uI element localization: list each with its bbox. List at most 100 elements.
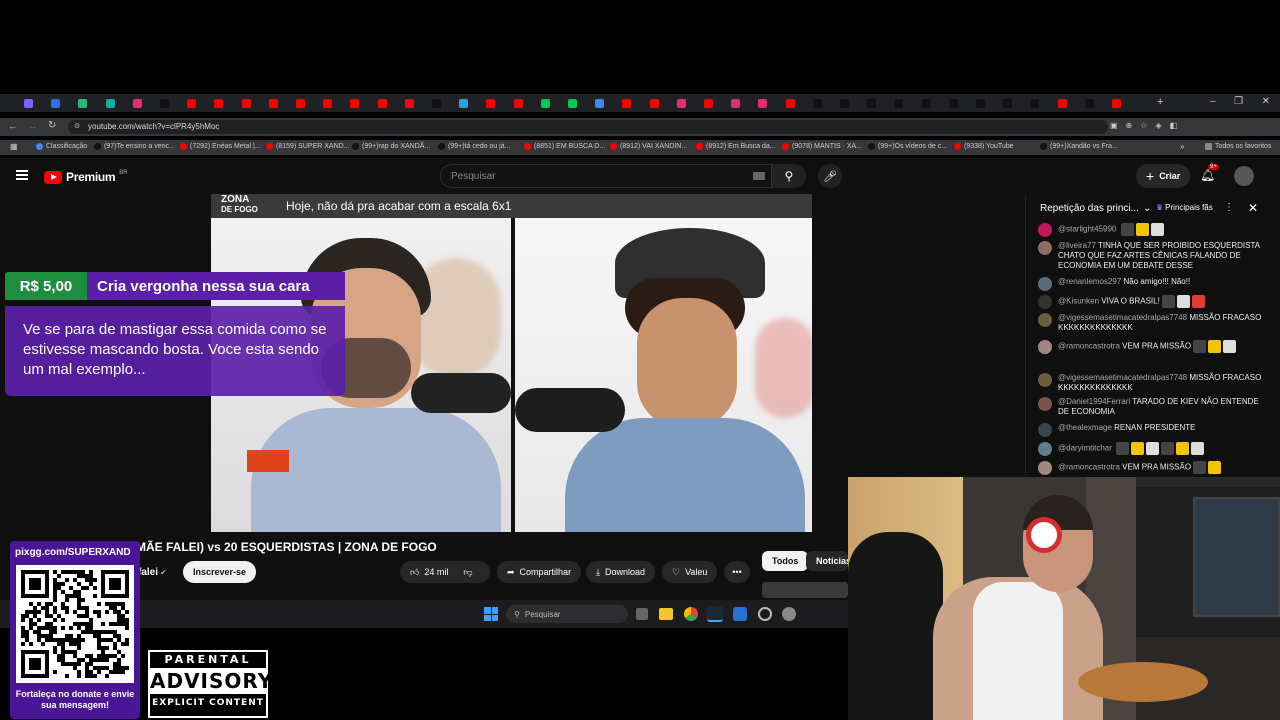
chat-username[interactable]: @ramoncastrotra xyxy=(1058,463,1122,472)
chip-news[interactable]: Notícias xyxy=(806,551,848,571)
chat-avatar[interactable] xyxy=(1038,461,1052,475)
minimize-icon[interactable]: – xyxy=(1210,96,1216,107)
browser-tab[interactable] xyxy=(241,96,270,110)
browser-tab[interactable] xyxy=(486,96,514,110)
search-input[interactable]: Pesquisar xyxy=(440,164,772,188)
all-bookmarks[interactable]: Todos os favoritos xyxy=(1205,143,1271,150)
back-icon[interactable]: ← xyxy=(8,121,17,131)
top-fans-badge[interactable]: ♛ Principais fãs xyxy=(1156,203,1213,212)
chat-menu-icon[interactable]: ⋮ xyxy=(1224,202,1234,213)
browser-tab[interactable] xyxy=(704,96,732,110)
browser-tab[interactable] xyxy=(812,96,841,110)
browser-tab[interactable] xyxy=(731,96,759,110)
chat-avatar[interactable] xyxy=(1038,373,1052,387)
subscribe-button[interactable]: Inscrever-se xyxy=(183,561,257,583)
browser-tab[interactable] xyxy=(377,96,406,110)
bookmark-item[interactable]: (99+)Os vídeos de c... xyxy=(868,143,947,150)
chat-username[interactable]: @renanlemos297 xyxy=(1058,277,1124,286)
browser-tab[interactable] xyxy=(676,96,705,110)
browser-tab[interactable] xyxy=(24,96,52,110)
browser-tab[interactable] xyxy=(540,96,569,110)
browser-tab[interactable] xyxy=(459,96,487,110)
browser-tab[interactable] xyxy=(296,96,324,110)
browser-tab[interactable] xyxy=(214,96,242,110)
browser-tab[interactable] xyxy=(432,96,460,110)
chat-avatar[interactable] xyxy=(1038,277,1052,291)
browser-tab[interactable] xyxy=(622,96,650,110)
browser-tab[interactable] xyxy=(595,96,623,110)
chat-username[interactable]: @Daniel1994Ferrari xyxy=(1058,397,1132,406)
browser-tab[interactable] xyxy=(867,96,895,110)
keyboard-icon[interactable] xyxy=(753,172,765,180)
close-window-icon[interactable]: ✕ xyxy=(1262,96,1270,107)
avatar[interactable] xyxy=(1234,166,1254,186)
chat-username[interactable]: @daryimtitchar xyxy=(1058,444,1114,453)
bookmark-item[interactable]: (8912) Em Busca da... xyxy=(696,143,776,150)
settings-gear-icon[interactable] xyxy=(782,607,796,621)
more-actions-button[interactable]: ••• xyxy=(724,561,750,583)
chat-username[interactable]: @thealexmage xyxy=(1058,423,1114,432)
app-icon[interactable] xyxy=(733,607,747,621)
like-button[interactable]: 👍︎ 24 mil 👎︎ xyxy=(400,561,490,583)
chat-avatar[interactable] xyxy=(1038,397,1052,411)
chat-avatar[interactable] xyxy=(1038,313,1052,327)
share-button[interactable]: ➦ Compartilhar xyxy=(497,561,582,583)
chat-username[interactable]: @vigessemasetimacatedralpas7748 xyxy=(1058,373,1189,382)
new-tab-button[interactable]: + xyxy=(1157,96,1163,108)
chat-mode-dropdown[interactable]: Repetição das princi... ⌄ xyxy=(1040,203,1151,214)
apps-grid-icon[interactable]: ▦ xyxy=(10,142,18,151)
chat-username[interactable]: @Kisunken xyxy=(1058,297,1101,306)
search-button[interactable]: ⚲ xyxy=(772,164,806,188)
bookmark-item[interactable]: (8159) SUPER XAND... xyxy=(266,143,350,150)
chat-username[interactable]: @ramoncastrotra xyxy=(1058,342,1122,351)
browser-tab[interactable] xyxy=(649,96,678,110)
browser-tab[interactable] xyxy=(894,96,922,110)
bookmark-item[interactable]: (99+)rap do XANDÃ... xyxy=(352,143,430,150)
forward-icon[interactable]: → xyxy=(28,121,37,131)
thumbs-down-icon[interactable]: 👎︎ xyxy=(463,567,472,578)
bookmark-item[interactable]: (8912) VAI XANDIN... xyxy=(610,143,687,150)
close-chat-icon[interactable]: ✕ xyxy=(1248,201,1258,215)
browser-tab[interactable] xyxy=(132,96,161,110)
bookmark-item[interactable]: (8851) EM BUSCA D... xyxy=(524,143,605,150)
notifications-button[interactable]: 🔔︎ 9+ xyxy=(1200,164,1219,182)
chat-avatar[interactable] xyxy=(1038,423,1052,437)
maximize-icon[interactable]: ❐ xyxy=(1234,96,1243,107)
download-button[interactable]: ⤓ Download xyxy=(586,561,656,583)
browser-tab[interactable] xyxy=(921,96,950,110)
browser-tab[interactable] xyxy=(268,96,297,110)
chat-username[interactable]: @starlight45990 xyxy=(1058,225,1119,234)
url-input[interactable]: ⚙ youtube.com/watch?v=clPR4y5hMoc xyxy=(68,120,1108,134)
browser-tab[interactable] xyxy=(1112,96,1140,110)
browser-tab[interactable] xyxy=(1084,96,1113,110)
bookmark-item[interactable]: (9338) YouTube xyxy=(954,143,1014,150)
browser-tab[interactable] xyxy=(1003,96,1031,110)
bookmark-item[interactable]: (99+)Xandão vs Fra... xyxy=(1040,143,1118,150)
bookmark-item[interactable]: (99+)tá cedo ou já... xyxy=(438,143,510,150)
voice-search-button[interactable]: 🎤︎ xyxy=(818,164,842,188)
thanks-button[interactable]: ♡ Valeu xyxy=(662,561,718,583)
chip-all[interactable]: Todos xyxy=(762,551,809,571)
taskbar-search[interactable]: ⚲ Pesquisar xyxy=(506,605,628,623)
browser-tab[interactable] xyxy=(1057,96,1086,110)
obs-icon[interactable] xyxy=(758,607,772,621)
channel-name[interactable]: falei xyxy=(138,567,158,578)
extensions-icons[interactable]: ▣⊕☆◈◧ xyxy=(1110,121,1185,130)
create-button[interactable]: + Criar xyxy=(1136,164,1191,188)
chat-username[interactable]: @liveira77 xyxy=(1058,241,1098,250)
browser-tab[interactable] xyxy=(187,96,215,110)
site-info-icon[interactable]: ⚙ xyxy=(74,120,80,134)
related-thumbnail[interactable] xyxy=(762,582,848,598)
bookmark-item[interactable]: (7292) Enéas Metal |... xyxy=(180,143,261,150)
reload-icon[interactable]: ↻ xyxy=(48,120,56,131)
browser-tab[interactable] xyxy=(948,96,977,110)
browser-tab[interactable] xyxy=(51,96,79,110)
browser-tab[interactable] xyxy=(350,96,378,110)
browser-tab[interactable] xyxy=(568,96,596,110)
browser-tab[interactable] xyxy=(1030,96,1058,110)
bookmark-item[interactable]: (9078) MANTIS · XA... xyxy=(782,143,862,150)
bookmark-item[interactable]: (97)Te ensino a venc... xyxy=(94,143,175,150)
task-view-icon[interactable] xyxy=(636,608,648,620)
steam-icon[interactable] xyxy=(707,606,723,622)
more-bookmarks-icon[interactable]: » xyxy=(1180,142,1184,151)
